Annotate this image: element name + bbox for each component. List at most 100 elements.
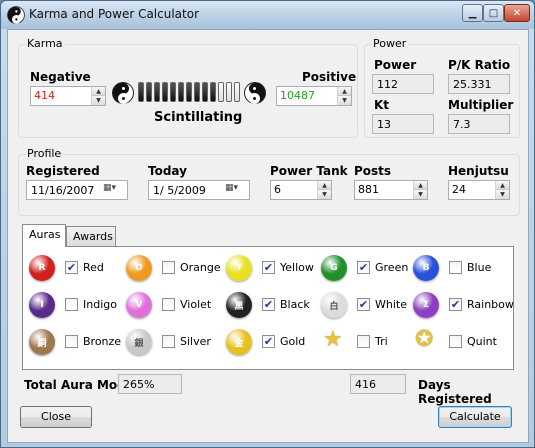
positive-value: 10487 xyxy=(280,89,315,102)
karma-bar-segment xyxy=(154,82,160,102)
white-aura-checkbox[interactable]: ✔ xyxy=(357,298,370,311)
tab-awards[interactable]: Awards xyxy=(66,226,116,246)
power-group-label: Power xyxy=(371,37,409,50)
tab-auras[interactable]: Auras xyxy=(22,224,66,247)
tri-aura-checkbox[interactable] xyxy=(357,335,370,348)
red-aura-icon: R xyxy=(29,255,55,281)
negative-input[interactable]: 414 ▲ ▼ xyxy=(30,86,106,106)
total-aura-mod-value: 265% xyxy=(118,374,182,394)
indigo-aura-icon: I xyxy=(29,292,55,318)
yellow-aura-checkbox[interactable]: ✔ xyxy=(262,261,275,274)
orange-aura-checkbox[interactable] xyxy=(162,261,175,274)
spin-up-icon[interactable]: ▲ xyxy=(318,181,331,190)
title-bar[interactable]: Karma and Power Calculator ▁ □ ✕ xyxy=(1,1,534,29)
maximize-button[interactable]: □ xyxy=(483,4,504,22)
karma-bar-segment xyxy=(226,82,232,102)
posts-input[interactable]: 881 ▲ ▼ xyxy=(354,180,428,200)
today-value: 1/ 5/2009 xyxy=(153,184,206,197)
bronze-aura-label: Bronze xyxy=(83,335,122,348)
spin-up-icon[interactable]: ▲ xyxy=(92,87,105,96)
calculator-window: Karma and Power Calculator ▁ □ ✕ Karma N… xyxy=(0,0,535,448)
orange-aura-label: Orange xyxy=(180,261,221,274)
window-title: Karma and Power Calculator xyxy=(29,7,200,21)
minimize-button[interactable]: ▁ xyxy=(462,4,483,22)
total-aura-mod-label: Total Aura Mod xyxy=(24,378,126,392)
power-label: Power xyxy=(374,58,417,72)
power-tank-value: 6 xyxy=(274,183,281,196)
multiplier-label: Multiplier xyxy=(448,98,514,112)
positive-label: Positive xyxy=(302,70,357,84)
profile-group-label: Profile xyxy=(25,147,64,160)
negative-label: Negative xyxy=(30,70,91,84)
spin-down-icon[interactable]: ▼ xyxy=(496,190,509,199)
quint-aura-checkbox[interactable] xyxy=(449,335,462,348)
power-tank-spinner[interactable]: ▲ ▼ xyxy=(317,181,331,199)
multiplier-value: 7.3 xyxy=(448,114,510,134)
today-date-picker[interactable]: 1/ 5/2009 ▦▾ xyxy=(148,180,250,200)
calendar-dropdown-icon[interactable]: ▦▾ xyxy=(225,183,247,197)
rainbow-aura-label: Rainbow xyxy=(467,298,514,311)
indigo-aura-checkbox[interactable] xyxy=(65,298,78,311)
spin-up-icon[interactable]: ▲ xyxy=(338,87,351,96)
spin-down-icon[interactable]: ▼ xyxy=(92,96,105,105)
violet-aura-checkbox[interactable] xyxy=(162,298,175,311)
auras-panel: R ✔ Red O Orange Y ✔ Yellow G ✔ Green B Blue I Indigo V… xyxy=(22,246,514,370)
blue-aura-label: Blue xyxy=(467,261,492,274)
gold-aura-icon: 金 xyxy=(226,329,252,355)
positive-input[interactable]: 10487 ▲ ▼ xyxy=(276,86,352,106)
power-tank-input[interactable]: 6 ▲ ▼ xyxy=(270,180,332,200)
rainbow-aura-checkbox[interactable]: ✔ xyxy=(449,298,462,311)
henjutsu-spinner[interactable]: ▲ ▼ xyxy=(495,181,509,199)
negative-value: 414 xyxy=(34,89,55,102)
green-aura-label: Green xyxy=(375,261,409,274)
positive-yinyang-icon xyxy=(244,82,266,104)
bronze-aura-checkbox[interactable] xyxy=(65,335,78,348)
spin-down-icon[interactable]: ▼ xyxy=(338,96,351,105)
red-aura-checkbox[interactable]: ✔ xyxy=(65,261,78,274)
registered-date-picker[interactable]: 11/16/2007 ▦▾ xyxy=(26,180,128,200)
karma-bar-segment xyxy=(178,82,184,102)
gold-aura-label: Gold xyxy=(280,335,306,348)
spin-down-icon[interactable]: ▼ xyxy=(414,190,427,199)
spin-down-icon[interactable]: ▼ xyxy=(318,190,331,199)
gold-aura-checkbox[interactable]: ✔ xyxy=(262,335,275,348)
black-aura-label: Black xyxy=(280,298,310,311)
karma-bar-segment xyxy=(194,82,200,102)
maximize-icon: □ xyxy=(488,7,499,19)
green-aura-checkbox[interactable]: ✔ xyxy=(357,261,370,274)
power-value: 112 xyxy=(372,74,434,94)
karma-bar-segment xyxy=(218,82,224,102)
kt-label: Kt xyxy=(374,98,390,112)
close-button[interactable]: Close xyxy=(20,406,92,428)
white-aura-icon: 白 xyxy=(321,292,347,318)
close-window-button[interactable]: ✕ xyxy=(504,4,530,22)
blue-aura-checkbox[interactable] xyxy=(449,261,462,274)
green-aura-icon: G xyxy=(321,255,347,281)
calculate-button[interactable]: Calculate xyxy=(438,406,512,428)
calendar-dropdown-icon[interactable]: ▦▾ xyxy=(103,183,125,197)
posts-spinner[interactable]: ▲ ▼ xyxy=(413,181,427,199)
violet-aura-icon: V xyxy=(126,292,152,318)
karma-bar-segment xyxy=(138,82,144,102)
days-registered-value: 416 xyxy=(350,374,406,394)
black-aura-checkbox[interactable]: ✔ xyxy=(262,298,275,311)
tri-aura-label: Tri xyxy=(375,335,388,348)
spin-up-icon[interactable]: ▲ xyxy=(414,181,427,190)
positive-spinner[interactable]: ▲ ▼ xyxy=(337,87,351,105)
posts-label: Posts xyxy=(354,164,392,178)
blue-aura-icon: B xyxy=(413,255,439,281)
silver-aura-icon: 銀 xyxy=(126,329,152,355)
silver-aura-checkbox[interactable] xyxy=(162,335,175,348)
pk-ratio-value: 25.331 xyxy=(448,74,510,94)
white-aura-label: White xyxy=(375,298,407,311)
karma-bar-segment xyxy=(162,82,168,102)
henjutsu-value: 24 xyxy=(452,183,466,196)
karma-bar-segment xyxy=(146,82,152,102)
silver-aura-label: Silver xyxy=(180,335,211,348)
henjutsu-input[interactable]: 24 ▲ ▼ xyxy=(448,180,510,200)
negative-spinner[interactable]: ▲ ▼ xyxy=(91,87,105,105)
spin-up-icon[interactable]: ▲ xyxy=(496,181,509,190)
tri-aura-icon: ★ xyxy=(323,327,343,352)
karma-bar xyxy=(138,82,240,102)
indigo-aura-label: Indigo xyxy=(83,298,117,311)
